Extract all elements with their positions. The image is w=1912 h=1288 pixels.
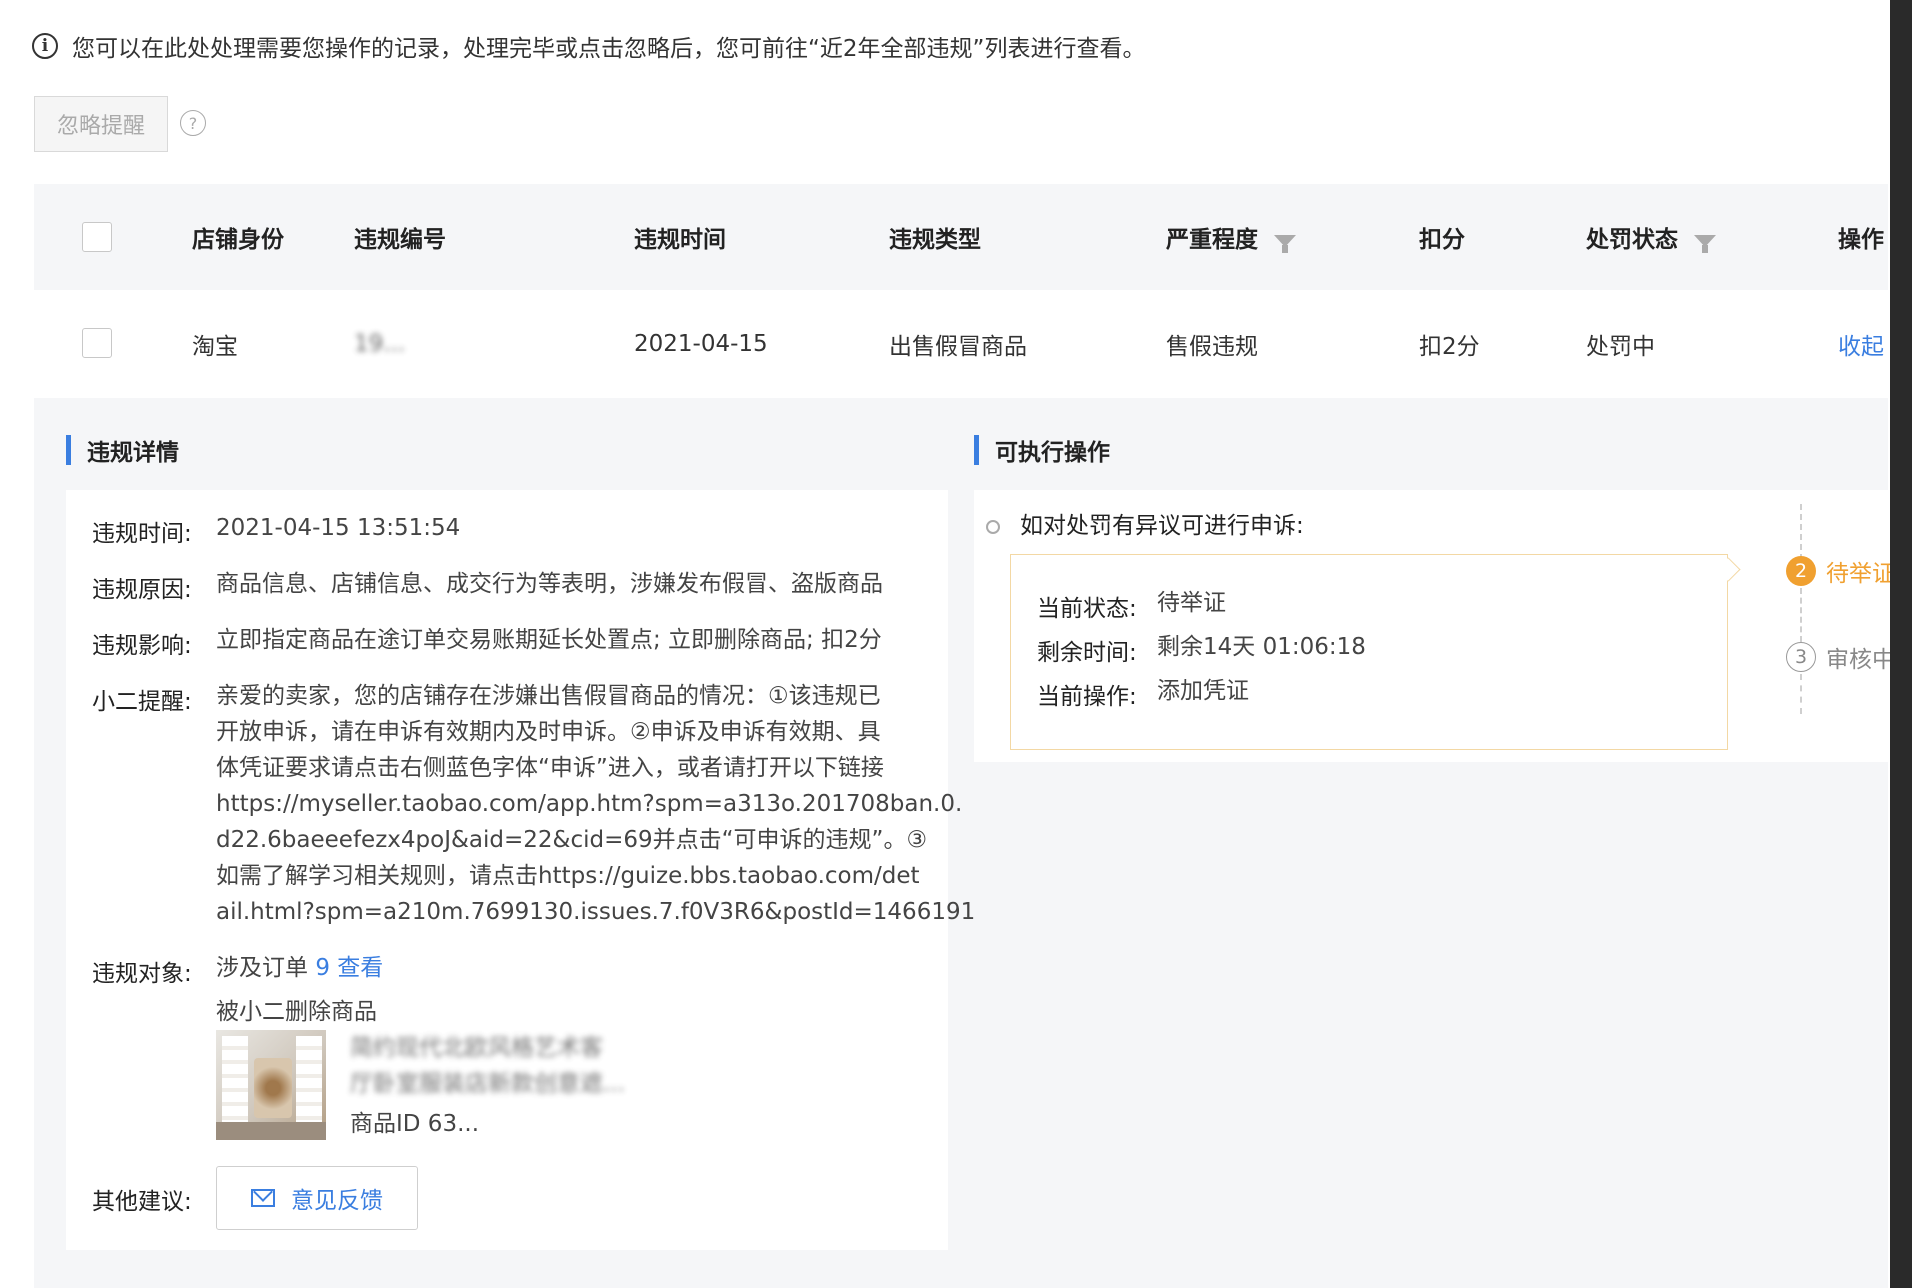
time-value: 2021-04-15 13:51:54 [216,515,461,541]
remind-line: 体凭证要求请点击右侧蓝色字体“申诉”进入，或者请打开以下链接 [216,755,884,781]
ignore-reminder-button[interactable]: 忽略提醒 [34,96,168,152]
cell-violation-time: 2021-04-15 [634,331,768,357]
actions-card: 如对处罚有异议可进行申诉: 当前状态: 待举证 剩余时间: 剩余14天 01:0… [974,490,1895,762]
row-checkbox[interactable] [82,328,112,358]
collapse-link[interactable]: 收起 [1838,290,1884,398]
reason-value: 商品信息、店铺信息、成交行为等表明，涉嫌发布假冒、盗版商品 [216,571,883,597]
add-evidence-link[interactable]: 添加凭证 [1157,673,1249,709]
header-status-label: 处罚状态 [1586,227,1678,253]
step-3-badge: 3 [1786,642,1816,672]
cell-violation-id: 19... [354,331,406,357]
help-icon[interactable]: ? [180,110,206,136]
actions-title: 可执行操作 [974,432,1110,468]
step-connector [1800,588,1802,642]
actions-title-text: 可执行操作 [995,440,1110,466]
remain-label: 剩余时间: [1037,640,1137,666]
header-severity: 严重程度 [1166,184,1296,290]
product-title-line: 厅卧室服装店新款创意遮... [350,1071,625,1097]
detail-card: 违规时间: 2021-04-15 13:51:54 违规原因: 商品信息、店铺信… [66,490,975,1250]
other-label: 其他建议: [92,1189,192,1215]
detail-title-text: 违规详情 [87,440,179,466]
header-status: 处罚状态 [1586,184,1716,290]
reason-label: 违规原因: [92,577,192,603]
remind-line: d22.6baeeefezx4poJ&aid=22&cid=69并点击“可申诉的… [216,827,928,853]
product-thumbnail[interactable] [216,1030,326,1140]
detail-panel: 违规详情 违规时间: 2021-04-15 13:51:54 违规原因: 商品信… [34,398,1895,1288]
product-title-line: 简约现代北欧风格艺术客 [350,1035,603,1061]
cell-points: 扣2分 [1419,334,1480,360]
product-title-link[interactable]: 简约现代北欧风格艺术客 厅卧室服装店新款创意遮... [350,1030,625,1102]
product-id: 商品ID 63... [350,1111,480,1137]
status-value: 待举证 [1157,590,1226,616]
cell-violation-type: 出售假冒商品 [889,334,1027,360]
table-row: 淘宝 19... 2021-04-15 出售假冒商品 售假违规 扣2分 处罚中 … [34,290,1888,399]
notice-text: 您可以在此处处理需要您操作的记录，处理完毕或点击忽略后，您可前往“近2年全部违规… [72,36,1146,62]
detail-title: 违规详情 [66,432,179,468]
remind-line: 亲爱的卖家，您的店铺存在涉嫌出售假冒商品的情况：①该违规已 [216,683,881,709]
feedback-button[interactable]: 意见反馈 [216,1166,418,1230]
filter-icon[interactable] [1274,235,1296,253]
remind-text: 亲爱的卖家，您的店铺存在涉嫌出售假冒商品的情况：①该违规已 开放申诉，请在申诉有… [216,678,975,930]
step-2-badge: 2 [1786,556,1816,586]
select-all-checkbox[interactable] [82,222,112,252]
cell-shop: 淘宝 [192,334,238,360]
impact-label: 违规影响: [92,633,192,659]
cell-status: 处罚中 [1586,334,1655,360]
window-edge [1890,0,1912,1288]
remain-value: 剩余14天 01:06:18 [1157,634,1366,660]
step-connector [1800,674,1802,714]
info-icon: i [32,33,58,59]
header-shop: 店铺身份 [192,227,284,253]
header-action: 操作 [1838,227,1884,253]
header-severity-label: 严重程度 [1166,227,1258,253]
filter-icon[interactable] [1694,235,1716,253]
header-violation-type: 违规类型 [889,227,981,253]
step-2-label: 待举证 [1826,561,1895,587]
appeal-status-box: 当前状态: 待举证 剩余时间: 剩余14天 01:06:18 当前操作: 添加凭… [1010,554,1741,750]
remind-line: https://myseller.taobao.com/app.htm?spm=… [216,791,963,817]
remind-line: 如需了解学习相关规则，请点击https://guize.bbs.taobao.c… [216,863,920,889]
header-violation-time: 违规时间 [634,227,726,253]
cell-severity: 售假违规 [1166,334,1258,360]
remind-label: 小二提醒: [92,689,192,715]
object-label: 违规对象: [92,961,192,987]
step-3-label: 审核中 [1826,647,1895,673]
appeal-prompt: 如对处罚有异议可进行申诉: [1020,513,1304,539]
remind-line: 开放申诉，请在申诉有效期内及时申诉。②申诉及申诉有效期、具 [216,719,881,745]
status-label: 当前状态: [1037,596,1137,622]
impact-value: 立即指定商品在途订单交易账期延长处置点; 立即删除商品; 扣2分 [216,627,882,653]
header-points: 扣分 [1419,227,1465,253]
order-count-link[interactable]: 9 [315,955,330,981]
time-label: 违规时间: [92,521,192,547]
op-label: 当前操作: [1037,684,1137,710]
deleted-product-label: 被小二删除商品 [216,999,377,1025]
table-header: 店铺身份 违规编号 违规时间 违规类型 严重程度 扣分 处罚状态 操作 [34,184,1888,291]
bullet-icon [986,520,1000,534]
remind-line: ail.html?spm=a210m.7699130.issues.7.f0V3… [216,899,976,925]
object-prefix: 涉及订单 [216,955,308,981]
view-orders-link[interactable]: 查看 [337,955,383,981]
step-connector [1800,504,1802,560]
notice-bar: i 您可以在此处处理需要您操作的记录，处理完毕或点击忽略后，您可前往“近2年全部… [32,28,1145,64]
object-value: 涉及订单 9 查看 [216,950,383,986]
mail-icon [251,1189,275,1207]
box-pointer [1716,557,1741,582]
feedback-label: 意见反馈 [291,1188,383,1214]
header-violation-id: 违规编号 [354,227,446,253]
